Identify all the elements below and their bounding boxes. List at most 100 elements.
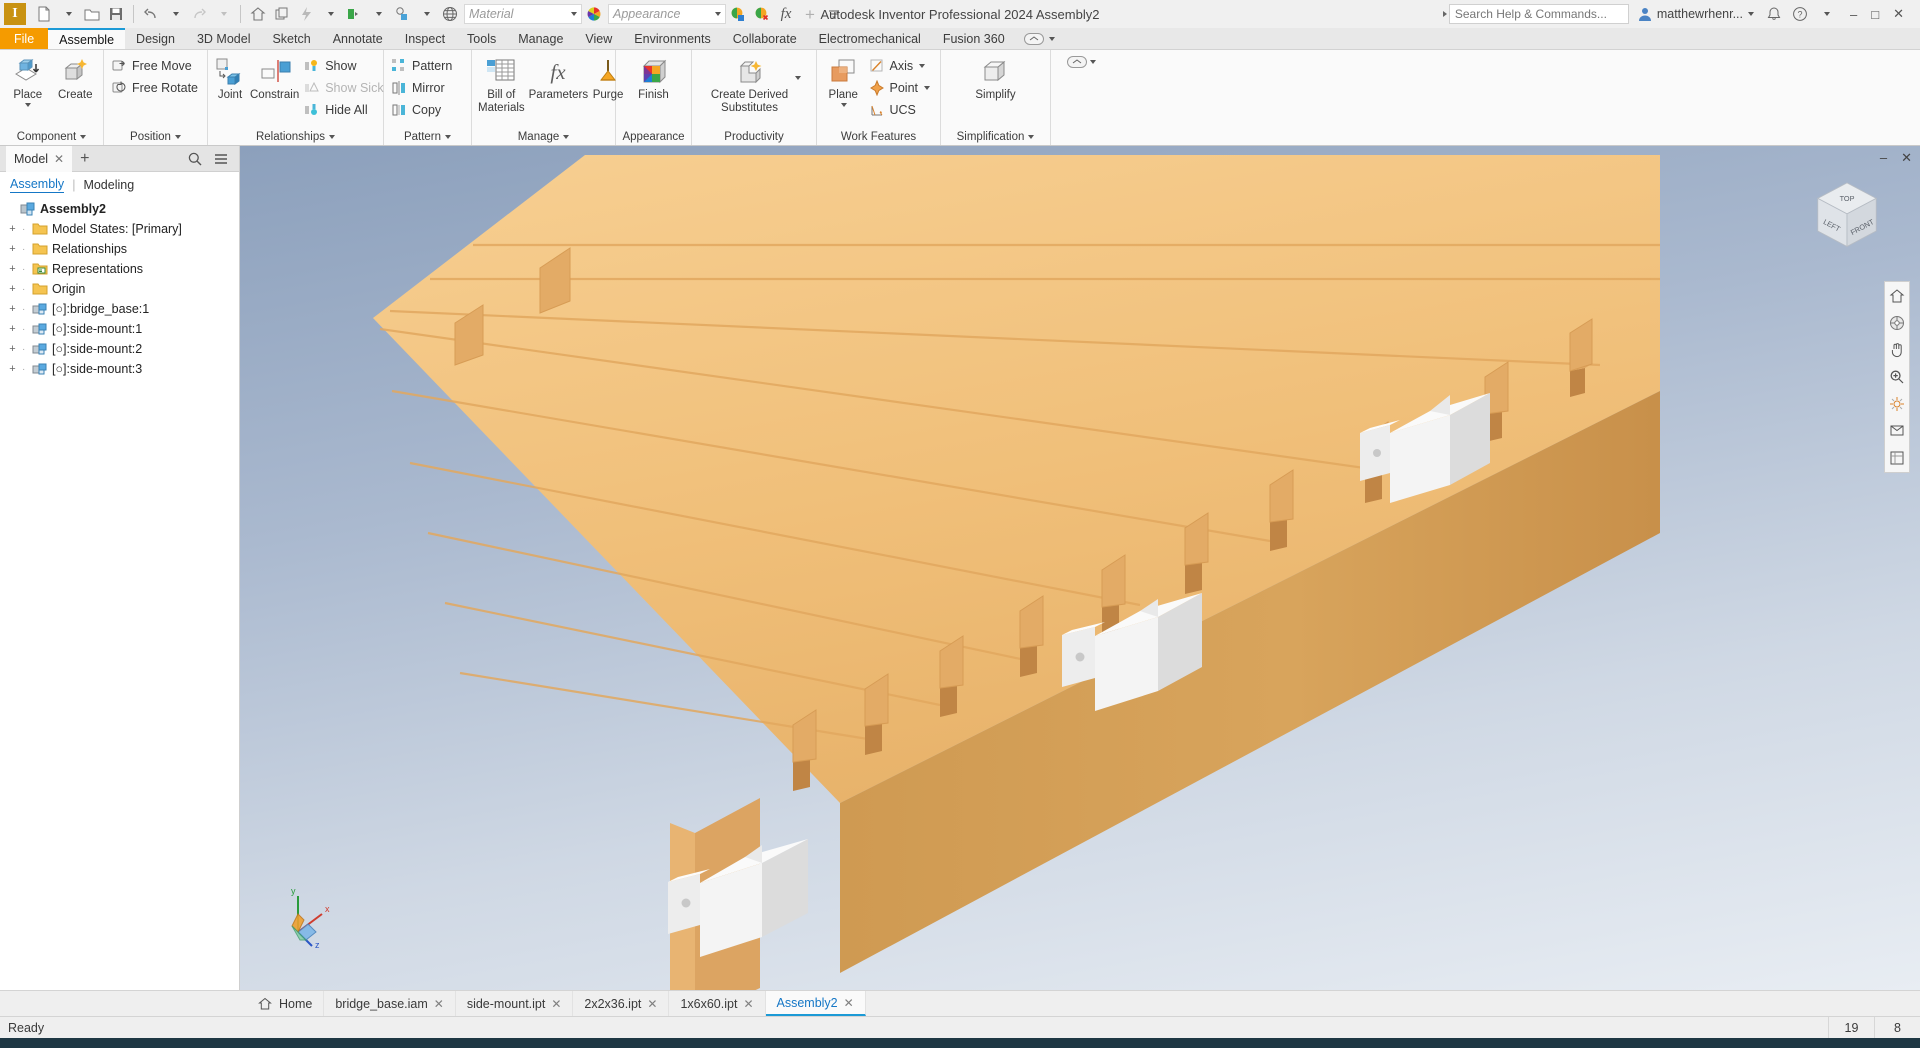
create-derived-substitutes-button[interactable]: Create Derived Substitutes xyxy=(708,54,792,116)
add-icon[interactable]: + xyxy=(798,2,822,26)
help-icon[interactable]: ? xyxy=(1788,2,1812,26)
pan-icon[interactable] xyxy=(1887,340,1907,360)
undo-icon[interactable] xyxy=(139,2,163,26)
tree-expander[interactable]: + xyxy=(7,323,18,335)
copy-button[interactable]: Copy xyxy=(389,100,457,120)
ribbon-tab-assemble[interactable]: Assemble xyxy=(48,28,126,49)
notifications-icon[interactable] xyxy=(1762,2,1786,26)
pattern-button[interactable]: Pattern xyxy=(389,56,457,76)
tree-expander[interactable]: + xyxy=(7,363,18,375)
point-dropdown-icon[interactable] xyxy=(924,86,930,90)
tree-node-side-mount-1[interactable]: + · [○]:side-mount:1 xyxy=(5,319,239,339)
tree-expander[interactable]: + xyxy=(7,283,18,295)
search-icon[interactable] xyxy=(187,151,203,167)
home-icon[interactable] xyxy=(246,2,270,26)
place-component-button[interactable]: Place xyxy=(5,54,51,109)
tree-node-model-states-primary[interactable]: + · Model States: [Primary] xyxy=(5,219,239,239)
ribbon-tab-environments[interactable]: Environments xyxy=(623,28,721,49)
ribbon-tab-tools[interactable]: Tools xyxy=(456,28,507,49)
document-tab-close-icon[interactable]: ✕ xyxy=(551,997,561,1011)
document-tab-side-mount-ipt[interactable]: side-mount.ipt ✕ xyxy=(456,991,574,1016)
qat-more-icon[interactable] xyxy=(822,2,846,26)
sphere-grid-icon[interactable] xyxy=(438,2,462,26)
document-tab-1x6x60-ipt[interactable]: 1x6x60.ipt ✕ xyxy=(669,991,766,1016)
save-icon[interactable] xyxy=(104,2,128,26)
ribbon-tab-view[interactable]: View xyxy=(574,28,623,49)
minimize-button[interactable]: – xyxy=(1850,7,1857,22)
appearance-combo[interactable]: Appearance xyxy=(608,4,726,24)
ribbon-tab-collaborate[interactable]: Collaborate xyxy=(722,28,808,49)
ribbon-tab-3d-model[interactable]: 3D Model xyxy=(186,28,262,49)
hamburger-menu-icon[interactable] xyxy=(213,151,229,167)
parameters-fx-icon[interactable]: fx xyxy=(774,2,798,26)
ucs-button[interactable]: UCS xyxy=(867,100,936,120)
ribbon-collapse-icon[interactable] xyxy=(1023,32,1044,45)
create-derived-dropdown-icon[interactable] xyxy=(794,76,801,80)
finish-appearance-button[interactable]: Finish xyxy=(628,54,680,104)
document-tab-close-icon[interactable]: ✕ xyxy=(647,997,657,1011)
select-dropdown-icon[interactable] xyxy=(414,2,438,26)
work-point-button[interactable]: Point xyxy=(867,78,936,98)
help-dropdown-icon[interactable] xyxy=(1814,2,1838,26)
document-tab-assembly2[interactable]: Assembly2 ✕ xyxy=(765,991,866,1016)
browser-tab-model[interactable]: Model ✕ xyxy=(6,145,73,172)
free-move-button[interactable]: Free Move xyxy=(109,56,203,76)
full-navigation-wheel-icon[interactable] xyxy=(1887,313,1907,333)
ribbon-tab-design[interactable]: Design xyxy=(125,28,186,49)
browser-tab-close-icon[interactable]: ✕ xyxy=(54,152,64,166)
ribbon-collapse-dropdown-icon[interactable] xyxy=(1048,36,1055,41)
look-at-icon[interactable] xyxy=(1887,421,1907,441)
search-input[interactable]: Search Help & Commands... xyxy=(1448,4,1629,24)
document-tab-close-icon[interactable]: ✕ xyxy=(844,996,854,1010)
panel-pattern-dropdown-icon[interactable] xyxy=(445,134,452,139)
subtab-modeling[interactable]: Modeling xyxy=(83,178,134,192)
close-button[interactable]: ✕ xyxy=(1893,6,1904,22)
ribbon-tab-file[interactable]: File xyxy=(0,28,49,49)
panel-component-dropdown-icon[interactable] xyxy=(80,134,87,139)
viewport-restore-button[interactable]: – xyxy=(1880,150,1887,166)
tree-node-bridge-base-1[interactable]: + · [○]:bridge_base:1 xyxy=(5,299,239,319)
ribbon-tab-inspect[interactable]: Inspect xyxy=(394,28,456,49)
graphics-viewport[interactable]: – ✕ TOP LEFT FRONT y x z xyxy=(240,146,1920,990)
panel-position-dropdown-icon[interactable] xyxy=(174,134,181,139)
panel-simplification-dropdown-icon[interactable] xyxy=(1028,134,1035,139)
appearance-browser-icon[interactable] xyxy=(582,2,606,26)
ribbon-tab-sketch[interactable]: Sketch xyxy=(261,28,321,49)
ribbon-tab-annotate[interactable]: Annotate xyxy=(322,28,394,49)
redo-dropdown-icon[interactable] xyxy=(211,2,235,26)
user-account-button[interactable]: matthewrhenr... xyxy=(1631,6,1760,22)
hide-all-button[interactable]: Hide All xyxy=(302,100,388,120)
redo-icon[interactable] xyxy=(187,2,211,26)
tree-expander[interactable]: + xyxy=(7,303,18,315)
work-axis-button[interactable]: Axis xyxy=(867,56,936,76)
document-tab-close-icon[interactable]: ✕ xyxy=(743,997,753,1011)
panel-manage-dropdown-icon[interactable] xyxy=(563,134,570,139)
panel-relationships-dropdown-icon[interactable] xyxy=(329,134,336,139)
maximize-button[interactable]: □ xyxy=(1871,7,1879,22)
material-combo[interactable]: Material xyxy=(464,4,582,24)
return-icon[interactable] xyxy=(270,2,294,26)
tree-node-side-mount-2[interactable]: + · [○]:side-mount:2 xyxy=(5,339,239,359)
ribbon-tab-fusion-360[interactable]: Fusion 360 xyxy=(932,28,1016,49)
adjust-appearance-icon[interactable] xyxy=(726,2,750,26)
convert-overflow-button[interactable] xyxy=(1066,56,1087,68)
undo-dropdown-icon[interactable] xyxy=(163,2,187,26)
free-rotate-button[interactable]: Free Rotate xyxy=(109,78,203,98)
tree-node-origin[interactable]: + · Origin xyxy=(5,279,239,299)
constrain-button[interactable]: Constrain xyxy=(249,54,300,104)
material-swatch-icon[interactable] xyxy=(342,2,366,26)
subtab-assembly[interactable]: Assembly xyxy=(10,177,65,193)
parameters-button[interactable]: fx Parameters xyxy=(528,54,589,104)
update-icon[interactable] xyxy=(294,2,318,26)
tree-node-assembly2[interactable]: Assembly2 xyxy=(5,199,239,219)
search-expander-icon[interactable] xyxy=(1442,11,1447,17)
tree-node-relationships[interactable]: + · Relationships xyxy=(5,239,239,259)
work-plane-button[interactable]: Plane xyxy=(822,54,865,109)
clear-appearance-icon[interactable] xyxy=(750,2,774,26)
simplify-button[interactable]: Simplify xyxy=(961,54,1031,104)
create-component-button[interactable]: Create xyxy=(53,54,99,104)
material-dropdown-icon[interactable] xyxy=(366,2,390,26)
home-view-icon[interactable] xyxy=(1887,286,1907,306)
new-file-icon[interactable] xyxy=(32,2,56,26)
mirror-button[interactable]: Mirror xyxy=(389,78,457,98)
